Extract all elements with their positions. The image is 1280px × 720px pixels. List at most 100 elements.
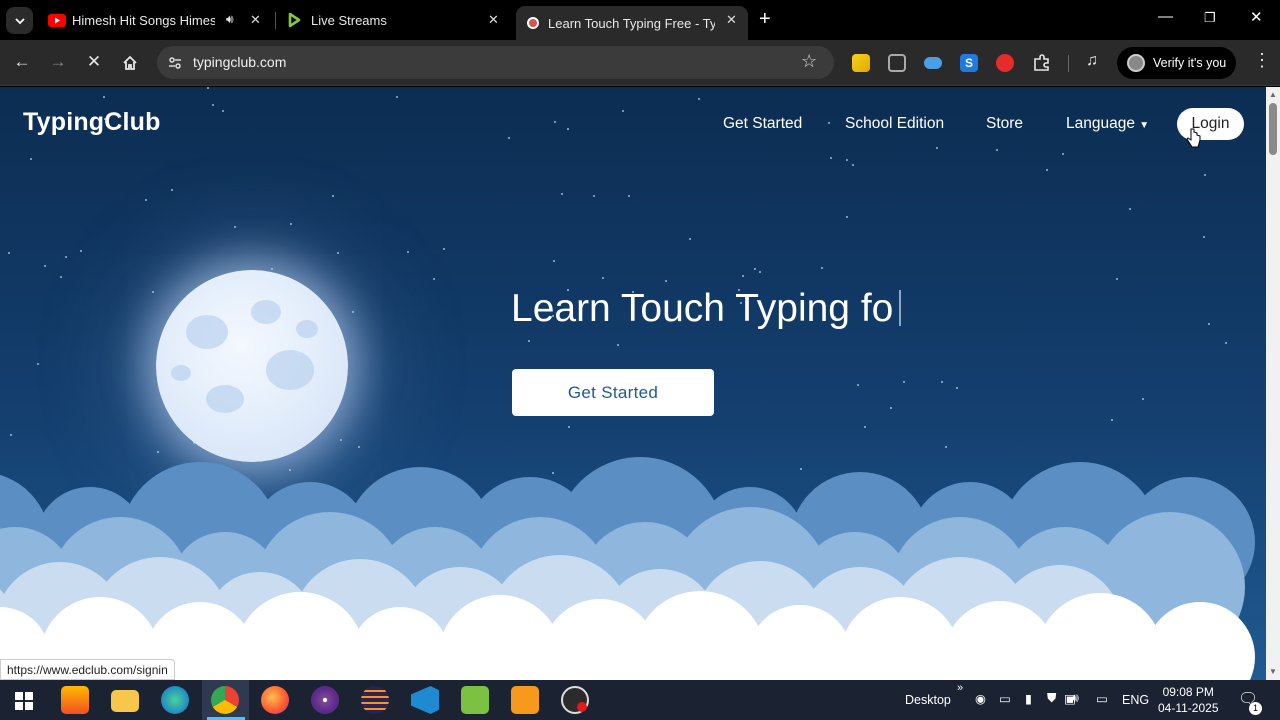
star — [157, 451, 159, 453]
forward-button[interactable]: → — [47, 52, 69, 72]
star — [1203, 236, 1205, 238]
star — [207, 87, 209, 89]
bookmark-star-icon[interactable]: ☆ — [801, 51, 817, 72]
tab-youtube[interactable]: Himesh Hit Songs Himesh R 🔊︎ ✕ — [40, 0, 272, 40]
highlighter-extension-icon[interactable] — [852, 54, 870, 72]
scroll-down-arrow[interactable]: ▼ — [1269, 667, 1277, 676]
extensions-puzzle-icon[interactable] — [1032, 53, 1052, 73]
tab-live-streams[interactable]: Live Streams ✕ — [280, 0, 510, 40]
new-tab-button[interactable]: + — [759, 8, 771, 31]
tor-browser-icon[interactable] — [311, 686, 339, 714]
moon-crater — [251, 300, 281, 324]
security-shield-icon[interactable]: ⛊ — [1047, 691, 1056, 706]
s-extension-icon[interactable]: S — [960, 54, 978, 72]
star — [332, 195, 334, 197]
nav-get-started[interactable]: Get Started — [723, 115, 802, 133]
star — [1046, 169, 1048, 171]
tab-typingclub[interactable]: Learn Touch Typing Free - Typin ✕ — [516, 6, 748, 40]
eclipse-ide-icon[interactable] — [361, 686, 389, 714]
chevron-down-icon — [14, 17, 25, 24]
star — [37, 363, 39, 365]
media-control-icon[interactable]: ♫ — [1086, 52, 1098, 70]
nav-language[interactable]: Language ▼ — [1066, 115, 1149, 133]
windows-start-icon[interactable] — [15, 692, 33, 710]
nav-school-edition[interactable]: School Edition — [845, 115, 944, 133]
nav-store[interactable]: Store — [986, 115, 1023, 133]
stop-loading-button[interactable]: ✕ — [83, 52, 105, 72]
moon-crater — [266, 350, 314, 390]
star — [222, 110, 224, 112]
back-button[interactable]: ← — [11, 52, 33, 72]
sublime-text-icon[interactable] — [511, 686, 539, 714]
star — [622, 110, 624, 112]
usb-tray-icon[interactable]: ▮ — [1025, 691, 1032, 706]
tab-title: Himesh Hit Songs Himesh R — [72, 12, 215, 28]
star — [553, 260, 555, 262]
firefox-icon[interactable] — [261, 686, 289, 714]
notepad-plus-icon[interactable] — [461, 686, 489, 714]
star — [821, 267, 823, 269]
language-indicator[interactable]: ENG — [1122, 693, 1149, 707]
star — [828, 122, 830, 124]
star — [857, 384, 859, 386]
desktop-toolbar-label[interactable]: Desktop — [905, 693, 951, 707]
close-icon[interactable]: ✕ — [726, 12, 737, 28]
star — [689, 238, 691, 240]
windows-taskbar: Desktop » ◉ ▭ ▮ ⛊ ▣ 🔊︎ ▭ ENG 09:08 PM 04… — [0, 680, 1280, 720]
volume-tray-icon[interactable]: 🔊︎ — [1071, 691, 1079, 706]
browser-toolbar: ← → ✕ typingclub.com ☆ S ♫ Verify it's y… — [0, 40, 1280, 86]
toolbar-overflow-icon[interactable]: » — [957, 682, 963, 694]
star — [44, 265, 46, 267]
chrome-browser-icon[interactable] — [211, 686, 239, 714]
box-extension-icon[interactable] — [888, 54, 906, 72]
adblock-extension-icon[interactable] — [996, 54, 1014, 72]
star — [759, 271, 761, 273]
file-explorer-icon[interactable] — [111, 690, 139, 712]
star — [554, 121, 556, 123]
star — [1062, 153, 1064, 155]
scroll-up-arrow[interactable]: ▲ — [1269, 90, 1277, 99]
star — [528, 340, 530, 342]
get-started-button[interactable]: Get Started — [512, 369, 714, 416]
site-info-icon[interactable] — [167, 55, 183, 71]
vscode-icon[interactable] — [411, 686, 439, 714]
text-caret — [899, 290, 901, 326]
rumble-icon — [288, 12, 301, 28]
notification-count-badge: 1 — [1249, 702, 1262, 715]
typingclub-logo[interactable]: TypingClub — [23, 108, 161, 137]
store-app-icon[interactable] — [61, 686, 89, 714]
close-window-button[interactable]: ✕ — [1250, 8, 1263, 26]
star — [936, 147, 938, 149]
star — [830, 157, 832, 159]
page-scrollbar[interactable]: ▲ ▼ — [1266, 87, 1280, 680]
restore-button[interactable]: ❐ — [1204, 10, 1216, 26]
star — [396, 96, 398, 98]
tab-search-button[interactable] — [6, 7, 33, 34]
browser-menu-icon[interactable]: ⋮ — [1253, 50, 1271, 71]
star — [864, 426, 866, 428]
home-icon[interactable] — [119, 54, 141, 72]
minimize-button[interactable]: — — [1158, 8, 1173, 25]
star — [846, 159, 848, 161]
cloud-extension-icon[interactable] — [924, 57, 942, 69]
close-icon[interactable]: ✕ — [250, 12, 261, 28]
system-clock[interactable]: 09:08 PM 04-11-2025 — [1158, 684, 1219, 716]
display-tray-icon[interactable]: ▭ — [999, 691, 1011, 706]
recording-dot — [577, 702, 587, 712]
star — [171, 189, 173, 191]
star — [945, 446, 947, 448]
close-icon[interactable]: ✕ — [488, 12, 499, 28]
address-bar[interactable]: typingclub.com ☆ — [157, 46, 834, 79]
moon-crater — [186, 315, 228, 349]
moon-crater — [206, 385, 244, 413]
clock-time: 09:08 PM — [1162, 685, 1214, 699]
speaker-icon[interactable]: 🔊︎ — [226, 12, 234, 27]
language-label: Language — [1066, 115, 1135, 132]
battery-tray-icon[interactable]: ▭ — [1096, 691, 1108, 706]
star — [996, 149, 998, 151]
scrollbar-thumb[interactable] — [1269, 103, 1277, 155]
star — [433, 278, 435, 280]
obs-tray-icon[interactable]: ◉ — [975, 691, 986, 706]
edge-browser-icon[interactable] — [161, 686, 189, 714]
profile-verify-button[interactable]: Verify it's you — [1117, 47, 1236, 79]
